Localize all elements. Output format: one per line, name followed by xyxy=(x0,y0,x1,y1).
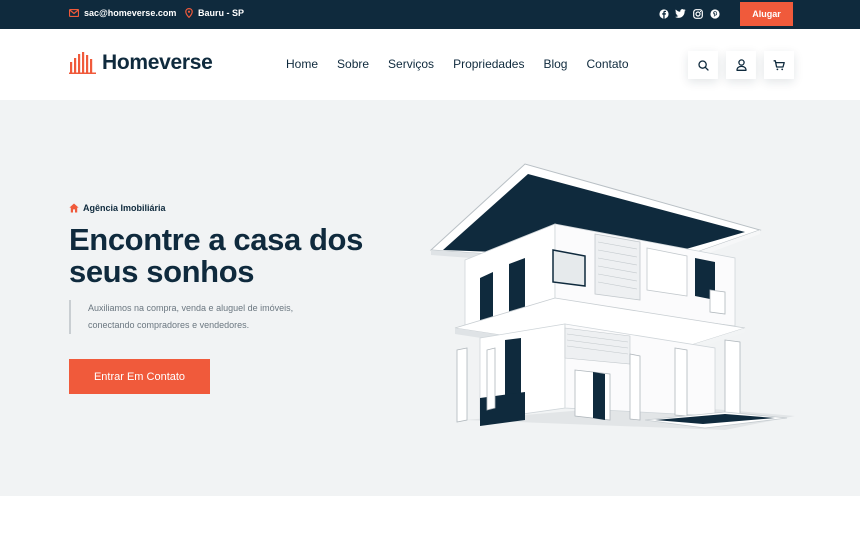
email-link[interactable]: sac@homeverse.com xyxy=(69,8,176,18)
email-text: sac@homeverse.com xyxy=(84,8,177,18)
search-icon xyxy=(697,59,709,71)
nav-item-blog[interactable]: Blog xyxy=(543,57,567,71)
social-links xyxy=(658,8,720,19)
main-header: Homeverse Home Sobre Serviços Propriedad… xyxy=(0,29,860,100)
hero-title: Encontre a casa dos seus sonhos xyxy=(69,222,363,289)
home-icon xyxy=(69,203,79,213)
hero-section: Agência Imobiliária Encontre a casa dos … xyxy=(0,100,860,496)
account-button[interactable] xyxy=(726,51,756,79)
pinterest-icon[interactable] xyxy=(709,8,720,19)
instagram-icon[interactable] xyxy=(692,8,703,19)
house-illustration xyxy=(429,163,795,430)
location-text: Bauru - SP xyxy=(198,8,245,18)
mail-icon xyxy=(69,9,79,17)
hero-subtitle-text: Agência Imobiliária xyxy=(83,203,166,213)
search-button[interactable] xyxy=(688,51,718,79)
brand-name: Homeverse xyxy=(102,51,213,74)
rent-button[interactable]: Alugar xyxy=(740,2,793,26)
nav-item-sobre[interactable]: Sobre xyxy=(337,57,369,71)
cart-button[interactable] xyxy=(764,51,794,79)
top-bar: sac@homeverse.com Bauru - SP Alugar xyxy=(0,0,860,29)
map-pin-icon xyxy=(185,8,193,18)
logo[interactable]: Homeverse xyxy=(69,51,213,75)
location: Bauru - SP xyxy=(185,8,244,18)
twitter-icon[interactable] xyxy=(675,8,686,19)
logo-bars-icon xyxy=(69,52,96,74)
cart-icon xyxy=(773,59,785,70)
contact-button[interactable]: Entrar Em Contato xyxy=(69,359,210,394)
nav-item-home[interactable]: Home xyxy=(286,57,318,71)
user-icon xyxy=(735,59,747,71)
nav-item-contato[interactable]: Contato xyxy=(586,57,628,71)
nav-item-servicos[interactable]: Serviços xyxy=(388,57,434,71)
nav-item-propriedades[interactable]: Propriedades xyxy=(453,57,524,71)
main-nav: Home Sobre Serviços Propriedades Blog Co… xyxy=(286,57,629,71)
hero-description: Auxiliamos na compra, venda e aluguel de… xyxy=(69,300,329,334)
facebook-icon[interactable] xyxy=(658,8,669,19)
header-actions xyxy=(688,51,794,79)
hero-subtitle: Agência Imobiliária xyxy=(69,203,166,213)
